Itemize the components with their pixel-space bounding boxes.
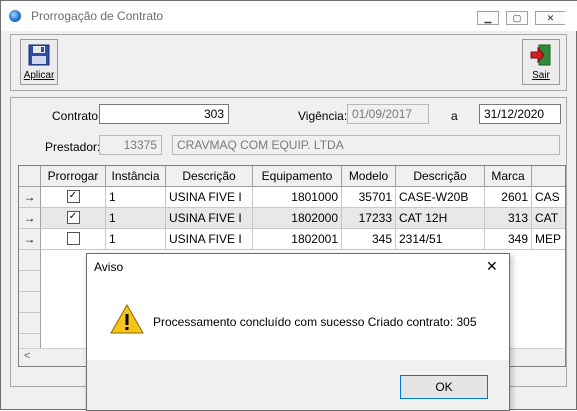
equipamento-cell[interactable]: 1802000: [253, 208, 342, 229]
vigencia-separator: a: [451, 109, 458, 123]
instancia-cell[interactable]: 1: [106, 229, 166, 250]
row-indicator: [19, 292, 41, 313]
app-icon: [9, 10, 21, 22]
row-indicator-icon: →: [19, 208, 41, 229]
apply-label: Aplicar: [23, 70, 55, 81]
equipamento-cell[interactable]: 1801000: [253, 187, 342, 208]
descricao2-cell[interactable]: CAT 12H: [396, 208, 485, 229]
prestador-name-field[interactable]: CRAVMAQ COM EQUIP. LTDA: [172, 135, 560, 155]
prestador-code-field[interactable]: 13375: [99, 135, 162, 155]
col-header-marca[interactable]: Marca: [485, 166, 532, 187]
minimize-button[interactable]: ▁: [477, 11, 499, 25]
prorrogar-checkbox[interactable]: ✓: [41, 187, 106, 208]
descricao-cell[interactable]: USINA FIVE I: [166, 208, 253, 229]
equipamento-cell[interactable]: 1802001: [253, 229, 342, 250]
instancia-cell[interactable]: 1: [106, 208, 166, 229]
dialog-title: Aviso: [94, 260, 124, 274]
col-header-modelo[interactable]: Modelo: [342, 166, 396, 187]
toolbar: Aplicar Sair: [10, 34, 567, 91]
checkbox-unchecked-icon: [66, 232, 80, 246]
descricao-cell[interactable]: USINA FIVE I: [166, 187, 253, 208]
row-indicator: [19, 250, 41, 271]
extra-cell[interactable]: MEP: [532, 229, 565, 250]
contrato-field[interactable]: 303: [99, 104, 229, 124]
col-header-equipamento[interactable]: Equipamento: [253, 166, 342, 187]
marca-cell[interactable]: 349: [485, 229, 532, 250]
row-indicator-icon: →: [19, 229, 41, 250]
marca-cell[interactable]: 313: [485, 208, 532, 229]
dialog-body: Processamento concluído com sucesso Cria…: [87, 280, 509, 360]
marca-cell[interactable]: 2601: [485, 187, 532, 208]
modelo-cell[interactable]: 35701: [342, 187, 396, 208]
vigencia-label: Vigência:: [298, 109, 348, 123]
scroll-left-icon[interactable]: <: [24, 350, 30, 362]
contrato-label: Contrato:: [52, 109, 102, 123]
maximize-button[interactable]: ▢: [506, 11, 528, 25]
col-header-descricao[interactable]: Descrição: [166, 166, 253, 187]
exit-label: Sair: [532, 70, 550, 81]
ok-button[interactable]: OK: [400, 375, 488, 399]
title-bar: Prorrogação de Contrato ▁ ▢ ✕: [1, 1, 577, 31]
exit-button[interactable]: Sair: [522, 39, 560, 85]
checkbox-checked-icon: ✓: [66, 190, 80, 204]
row-indicator-icon: →: [19, 187, 41, 208]
col-header-descricao-2[interactable]: Descrição: [396, 166, 485, 187]
prorrogar-checkbox[interactable]: ✓: [41, 208, 106, 229]
dialog-title-bar: Aviso ✕: [87, 254, 509, 280]
vigencia-end-field[interactable]: 31/12/2020: [479, 104, 561, 124]
exit-door-icon: [530, 44, 551, 66]
extra-cell[interactable]: CAS: [532, 187, 565, 208]
checkbox-checked-icon: ✓: [66, 211, 80, 225]
col-header-extra[interactable]: [532, 166, 565, 187]
descricao2-cell[interactable]: CASE-W20B: [396, 187, 485, 208]
main-window: Prorrogação de Contrato ▁ ▢ ✕ Aplicar Sa…: [0, 0, 577, 411]
descricao-cell[interactable]: USINA FIVE I: [166, 229, 253, 250]
row-indicator: [19, 313, 41, 334]
warning-icon: [110, 304, 144, 334]
window-title: Prorrogação de Contrato: [31, 9, 164, 23]
dialog-close-icon[interactable]: ✕: [486, 258, 498, 275]
apply-button[interactable]: Aplicar: [20, 39, 58, 85]
close-window-button[interactable]: ✕: [535, 11, 565, 25]
prestador-label: Prestador:: [45, 140, 101, 154]
prorrogar-checkbox[interactable]: [41, 229, 106, 250]
col-header-prorrogar[interactable]: Prorrogar: [41, 166, 106, 187]
extra-cell[interactable]: CAT: [532, 208, 565, 229]
modelo-cell[interactable]: 345: [342, 229, 396, 250]
grid-corner: [19, 166, 41, 187]
modelo-cell[interactable]: 17233: [342, 208, 396, 229]
descricao2-cell[interactable]: 2314/51: [396, 229, 485, 250]
instancia-cell[interactable]: 1: [106, 187, 166, 208]
row-indicator: [19, 271, 41, 292]
col-header-instancia[interactable]: Instância: [106, 166, 166, 187]
vigencia-start-field[interactable]: 01/09/2017: [347, 104, 429, 124]
dialog-message: Processamento concluído com sucesso Cria…: [153, 315, 477, 329]
aviso-dialog: Aviso ✕ Processamento concluído com suce…: [86, 253, 510, 411]
save-disk-icon: [28, 44, 50, 66]
